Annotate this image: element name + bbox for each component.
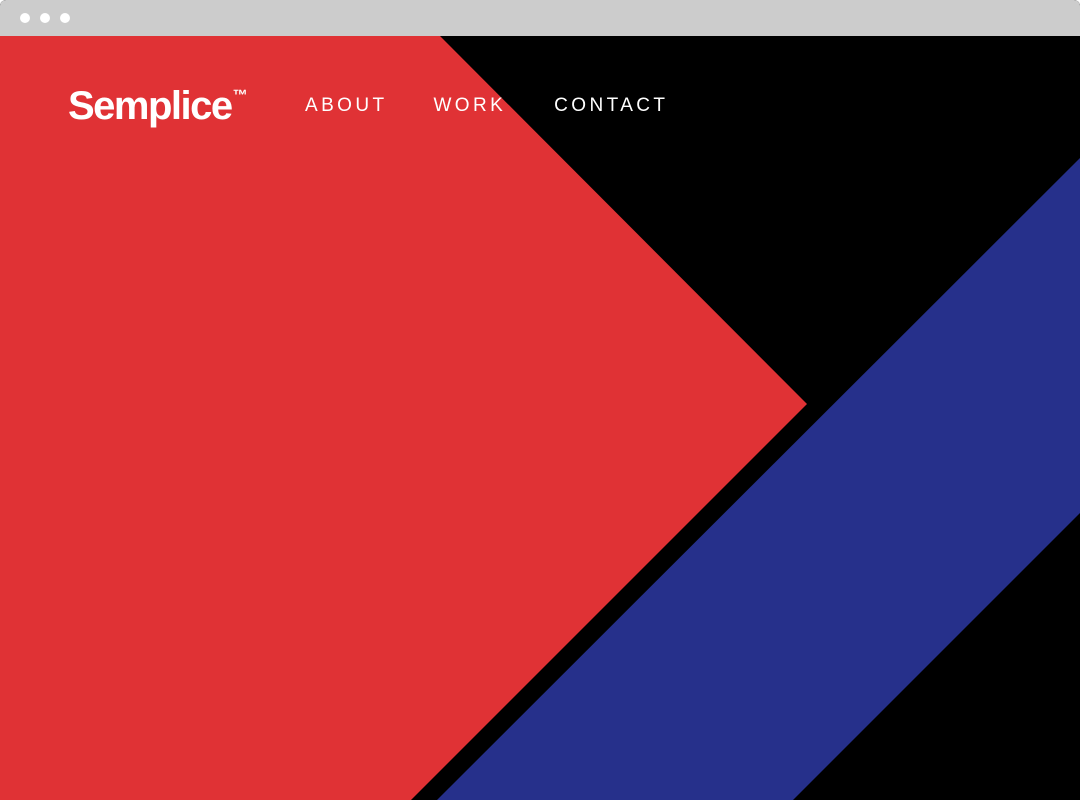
hero-graphic (0, 36, 1080, 800)
browser-window: Semplice ™ ABOUT WORK CONTACT (0, 0, 1080, 800)
logo-trademark: ™ (232, 87, 248, 104)
logo-wordmark: Semplice (68, 84, 233, 128)
nav-link-about[interactable]: ABOUT (305, 96, 387, 116)
window-minimize-dot[interactable] (40, 13, 50, 23)
site-header: Semplice ™ (68, 82, 248, 130)
window-close-dot[interactable] (20, 13, 30, 23)
browser-title-bar (0, 0, 1080, 36)
page-viewport: Semplice ™ ABOUT WORK CONTACT (0, 36, 1080, 800)
window-maximize-dot[interactable] (60, 13, 70, 23)
nav-link-work[interactable]: WORK (433, 96, 506, 116)
nav-link-contact[interactable]: CONTACT (554, 96, 668, 116)
semplice-logo[interactable]: Semplice ™ (68, 86, 248, 126)
main-nav: ABOUT WORK CONTACT (305, 96, 668, 116)
